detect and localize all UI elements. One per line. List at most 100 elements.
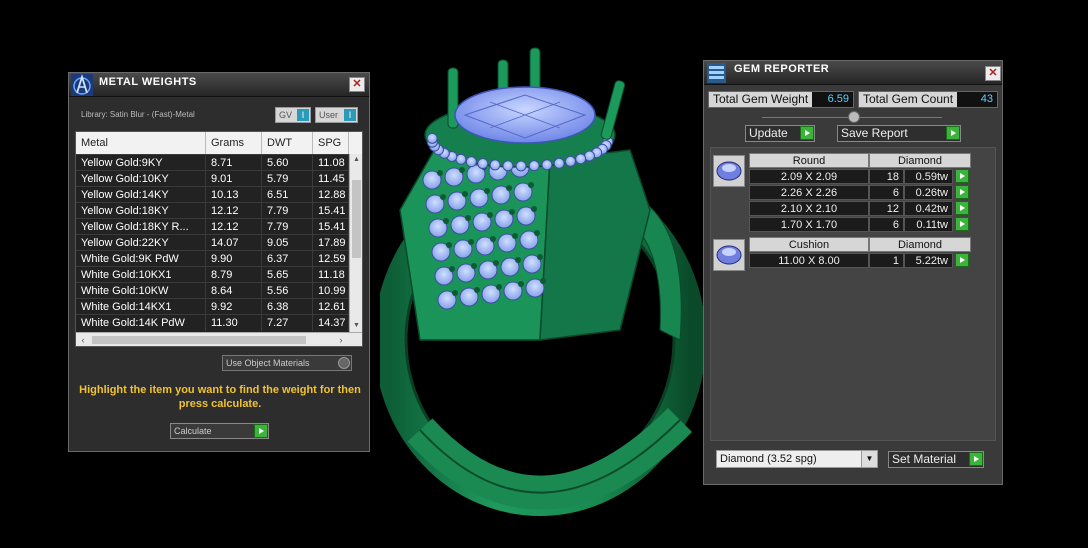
scroll-left-icon[interactable]: ‹ [76,333,90,346]
table-row[interactable]: Yellow Gold:14KY 10.13 6.51 12.88 [76,186,349,203]
table-cell: Yellow Gold:18KY R... [76,219,206,235]
column-header-metal[interactable]: Metal [76,132,206,154]
gem-reporter-panel: GEM REPORTER ✕ Total Gem Weight 6.59 Tot… [703,60,1003,485]
gem-count-cell[interactable]: 1 [869,253,904,268]
calculate-hint-text: Highlight the item you want to find the … [79,384,361,410]
table-row[interactable]: Yellow Gold:18KY R... 12.12 7.79 15.41 [76,218,349,235]
column-header-grams[interactable]: Grams [206,132,262,154]
gem-count-cell[interactable]: 6 [869,217,904,232]
table-row[interactable]: White Gold:14KX1 9.92 6.38 12.61 [76,298,349,315]
select-row-go-icon[interactable] [955,185,969,199]
pave-prong [446,242,452,248]
gem-weight-cell[interactable]: 0.42tw [904,201,953,216]
vertical-scroll-thumb[interactable] [352,180,361,258]
metal-weights-panel: METAL WEIGHTS ✕ Library: Satin Blur - (F… [68,72,370,452]
pave-prong [490,236,496,242]
table-cell: 9.92 [206,299,262,315]
ring-3d-viewport[interactable] [380,40,705,540]
table-cell: White Gold:14K PdW [76,315,206,331]
gem-size-cell[interactable]: 2.09 X 2.09 [749,169,869,184]
table-row[interactable]: Yellow Gold:10KY 9.01 5.79 11.45 [76,170,349,187]
metal-table-horizontal-scrollbar[interactable]: ‹ › [76,332,362,346]
halo-stone [426,132,438,144]
scroll-up-icon[interactable]: ▲ [350,154,362,166]
metal-weights-close-icon[interactable]: ✕ [349,77,365,92]
collapse-handle-icon[interactable] [848,111,860,123]
gem-reporter-titlebar[interactable]: GEM REPORTER ✕ [704,61,1002,85]
select-row-go-icon[interactable] [955,169,969,183]
table-cell: 6.51 [262,187,313,203]
save-report-button[interactable]: Save Report [837,125,961,142]
table-cell: 11.45 [313,171,349,187]
save-report-go-icon[interactable] [946,126,960,140]
update-go-icon[interactable] [800,126,814,140]
gv-toggle[interactable]: GV I [275,107,311,123]
table-cell: Yellow Gold:9KY [76,155,206,171]
pave-prong [531,206,537,212]
table-row[interactable]: White Gold:14K PdW 11.30 7.27 14.37 [76,314,349,331]
use-object-materials-checkbox[interactable]: Use Object Materials [222,355,352,371]
scroll-down-icon[interactable]: ▼ [350,320,362,332]
table-row[interactable]: Yellow Gold:9KY 8.71 5.60 11.08 [76,154,349,171]
select-row-go-icon[interactable] [955,253,969,267]
gem-shape-icon [713,239,745,271]
table-row[interactable]: Yellow Gold:18KY 12.12 7.79 15.41 [76,202,349,219]
column-header-dwt[interactable]: DWT [262,132,313,154]
pave-prong [515,257,521,263]
set-material-button[interactable]: Set Material [888,451,984,468]
gem-reporter-logo-icon [707,63,726,83]
table-cell: Yellow Gold:10KY [76,171,206,187]
table-cell: Yellow Gold:14KY [76,187,206,203]
table-row[interactable]: White Gold:10KW 8.64 5.56 10.99 [76,282,349,299]
table-cell: 7.27 [262,315,313,331]
table-cell: 9.05 [262,235,313,251]
gem-reporter-title: GEM REPORTER [734,63,830,75]
table-cell: 11.18 [313,267,349,283]
gem-size-cell[interactable]: 2.10 X 2.10 [749,201,869,216]
select-row-go-icon[interactable] [955,217,969,231]
table-cell: 10.99 [313,283,349,299]
material-select[interactable]: Diamond (3.52 spg) ▼ [716,450,878,468]
pave-prong [459,167,465,173]
table-row[interactable]: Yellow Gold:22KY 14.07 9.05 17.89 [76,234,349,251]
metal-weights-titlebar[interactable]: METAL WEIGHTS ✕ [69,73,369,97]
horizontal-scroll-thumb[interactable] [92,336,306,344]
gem-size-cell[interactable]: 1.70 X 1.70 [749,217,869,232]
metal-table-vertical-scrollbar[interactable]: ▲ ▼ [349,154,362,332]
table-cell: 12.12 [206,203,262,219]
calculate-go-icon[interactable] [254,424,268,438]
gem-count-cell[interactable]: 6 [869,185,904,200]
ring-head-right [539,149,651,341]
set-material-go-icon[interactable] [969,452,983,466]
column-header-spg[interactable]: SPG [313,132,349,154]
calculate-dropdown[interactable]: Calculate [170,423,269,439]
gem-weight-cell[interactable]: 0.26tw [904,185,953,200]
gem-weight-cell[interactable]: 5.22tw [904,253,953,268]
select-row-go-icon[interactable] [955,201,969,215]
gem-count-cell[interactable]: 12 [869,201,904,216]
pave-prong [484,188,490,194]
use-object-materials-radio-icon[interactable] [338,357,350,369]
scroll-right-icon[interactable]: › [334,333,348,346]
table-cell: 9.90 [206,251,262,267]
gem-reporter-close-icon[interactable]: ✕ [985,66,1001,81]
gem-size-cell[interactable]: 11.00 X 8.00 [749,253,869,268]
user-toggle[interactable]: User I [315,107,358,123]
gem-list: Round Diamond 2.09 X 2.09 18 0.59tw 2.26 X 2.… [710,147,996,441]
table-cell: 11.30 [206,315,262,331]
table-cell: 15.41 [313,203,349,219]
chevron-down-icon[interactable]: ▼ [861,451,877,467]
pave-prong [462,191,468,197]
pave-prong [509,209,515,215]
table-cell: 17.89 [313,235,349,251]
gem-size-cell[interactable]: 2.26 X 2.26 [749,185,869,200]
table-row[interactable]: White Gold:10KX1 8.79 5.65 11.18 [76,266,349,283]
update-button[interactable]: Update [745,125,815,142]
gem-count-cell[interactable]: 18 [869,169,904,184]
gem-shape-header: Round [749,153,869,168]
gem-weight-cell[interactable]: 0.59tw [904,169,953,184]
table-row[interactable]: White Gold:9K PdW 9.90 6.37 12.59 [76,250,349,267]
gv-toggle-knob: I [297,109,309,121]
gem-weight-cell[interactable]: 0.11tw [904,217,953,232]
metal-table-header: Metal Grams DWT SPG [76,132,362,154]
